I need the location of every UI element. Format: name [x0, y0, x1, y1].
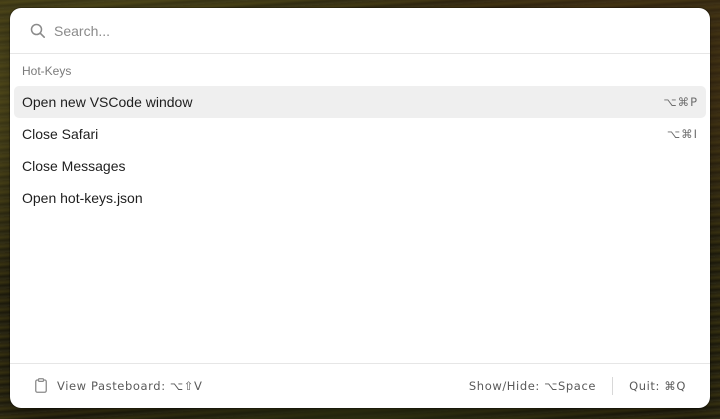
item-label: Open new VSCode window	[22, 94, 193, 110]
section-title: Hot-Keys	[22, 64, 72, 78]
footer-divider	[612, 377, 614, 395]
view-pasteboard-label: View Pasteboard: ⌥⇧V	[57, 378, 203, 393]
item-shortcut: ⌥⌘P	[663, 95, 698, 109]
list-item[interactable]: Open hot-keys.json	[14, 182, 706, 214]
quit-label[interactable]: Quit: ⌘Q	[629, 379, 686, 393]
footer-actions: Show/Hide: ⌥Space Quit: ⌘Q	[469, 377, 686, 395]
hotkey-list: Open new VSCode window ⌥⌘P Close Safari …	[14, 86, 706, 214]
list-item[interactable]: Close Messages	[14, 150, 706, 182]
item-label: Close Messages	[22, 158, 126, 174]
search-bar	[10, 8, 710, 54]
search-input[interactable]	[52, 19, 674, 43]
list-item[interactable]: Close Safari ⌥⌘I	[14, 118, 706, 150]
launcher-panel: Hot-Keys Open new VSCode window ⌥⌘P Clos…	[10, 8, 710, 408]
item-shortcut: ⌥⌘I	[666, 127, 698, 141]
view-pasteboard-button[interactable]: View Pasteboard: ⌥⇧V	[35, 378, 202, 393]
clipboard-icon	[35, 378, 47, 393]
search-icon	[30, 23, 46, 39]
show-hide-label[interactable]: Show/Hide: ⌥Space	[469, 379, 596, 393]
item-label: Open hot-keys.json	[22, 190, 143, 206]
list-item[interactable]: Open new VSCode window ⌥⌘P	[14, 86, 706, 118]
item-label: Close Safari	[22, 126, 99, 142]
footer-bar: View Pasteboard: ⌥⇧V Show/Hide: ⌥Space Q…	[10, 363, 710, 408]
